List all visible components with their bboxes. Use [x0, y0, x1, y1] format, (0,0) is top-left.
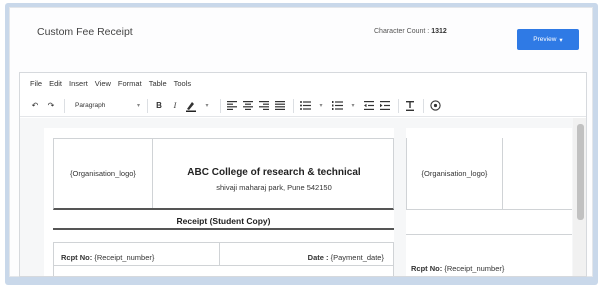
chevron-down-icon[interactable]: ▾	[200, 98, 214, 114]
organisation-logo-placeholder: {Organisation_logo}	[407, 138, 503, 209]
paragraph-select-label: Paragraph	[75, 102, 106, 109]
receipt-number-value: {Receipt_number}	[444, 264, 505, 273]
receipt-header-table: {Organisation_logo} ABC College of resea…	[53, 138, 394, 210]
menu-view[interactable]: View	[95, 79, 111, 88]
chevron-down-icon: ▾	[559, 36, 563, 44]
toolbar-divider	[220, 98, 221, 113]
menu-table[interactable]: Table	[149, 79, 167, 88]
receipt-number-label: Rcpt No:	[411, 264, 443, 273]
menu-format[interactable]: Format	[118, 79, 142, 88]
outdent-icon[interactable]	[362, 98, 376, 114]
menu-file[interactable]: File	[30, 79, 42, 88]
rich-text-editor: File Edit Insert View Format Table Tools…	[19, 72, 587, 277]
table-divider	[406, 234, 572, 235]
undo-icon[interactable]: ↶	[28, 98, 42, 114]
menu-edit[interactable]: Edit	[49, 79, 62, 88]
chevron-down-icon[interactable]: ▾	[346, 98, 360, 114]
align-justify-icon[interactable]	[273, 98, 287, 114]
redo-icon[interactable]: ↷	[44, 98, 58, 114]
help-icon[interactable]	[428, 98, 442, 114]
college-name: ABC College of research & technical	[187, 167, 361, 178]
chevron-down-icon: ▾	[136, 103, 140, 109]
editor-toolbar: ↶ ↷ Paragraph ▾ B I ▾ ▾ ▾	[20, 95, 586, 117]
receipt-page-student-copy: {Organisation_logo} ABC College of resea…	[44, 128, 394, 276]
preview-button-label: Preview	[533, 36, 557, 43]
receipt-number-value: {Receipt_number}	[94, 253, 155, 262]
numbered-list-icon[interactable]	[330, 98, 344, 114]
payment-date: Date : {Payment_date}	[308, 253, 384, 262]
chevron-down-icon[interactable]: ▾	[314, 98, 328, 114]
payment-date-label: Date :	[307, 253, 329, 262]
align-right-icon[interactable]	[257, 98, 271, 114]
scrollbar-thumb[interactable]	[577, 124, 584, 220]
table-row-divider	[54, 265, 393, 266]
character-count: Character Count : 1312	[374, 28, 447, 35]
text-color-icon[interactable]	[184, 98, 198, 114]
panel-title: Custom Fee Receipt	[37, 26, 133, 38]
receipt-title: Receipt (Student Copy)	[53, 212, 394, 230]
toolbar-divider	[293, 98, 294, 113]
clear-format-icon[interactable]	[403, 98, 417, 114]
receipt-page-second-copy: {Organisation_logo} Rcpt No: {Receipt_nu…	[406, 128, 572, 276]
character-count-label: Character Count :	[374, 28, 430, 35]
organisation-logo-placeholder: {Organisation_logo}	[54, 139, 153, 208]
character-count-value: 1312	[431, 28, 447, 35]
editor-menubar: File Edit Insert View Format Table Tools	[20, 73, 586, 93]
align-left-icon[interactable]	[225, 98, 239, 114]
paragraph-select[interactable]: Paragraph ▾	[69, 98, 143, 114]
editor-content-area[interactable]: {Organisation_logo} ABC College of resea…	[20, 118, 586, 276]
college-address: shivaji maharaj park, Pune 542150	[216, 183, 332, 192]
editor-scrollbar[interactable]	[573, 118, 586, 276]
receipt-number-label: Rcpt No:	[61, 253, 93, 262]
toolbar-divider	[398, 98, 399, 113]
menu-insert[interactable]: Insert	[69, 79, 88, 88]
bold-button[interactable]: B	[152, 98, 166, 114]
receipt-header-table: {Organisation_logo}	[406, 138, 572, 210]
receipt-number: Rcpt No: {Receipt_number}	[411, 264, 504, 273]
toolbar-divider	[423, 98, 424, 113]
table-divider	[219, 243, 220, 265]
bullet-list-icon[interactable]	[298, 98, 312, 114]
align-center-icon[interactable]	[241, 98, 255, 114]
receipt-details-table: Rcpt No: {Receipt_number} Date : {Paymen…	[53, 242, 394, 276]
menu-tools[interactable]: Tools	[174, 79, 192, 88]
italic-button[interactable]: I	[168, 98, 182, 114]
preview-button[interactable]: Preview ▾	[517, 29, 579, 50]
toolbar-divider	[64, 98, 65, 113]
indent-icon[interactable]	[378, 98, 392, 114]
toolbar-divider	[147, 98, 148, 113]
payment-date-value: {Payment_date}	[330, 253, 384, 262]
receipt-number: Rcpt No: {Receipt_number}	[61, 253, 154, 262]
